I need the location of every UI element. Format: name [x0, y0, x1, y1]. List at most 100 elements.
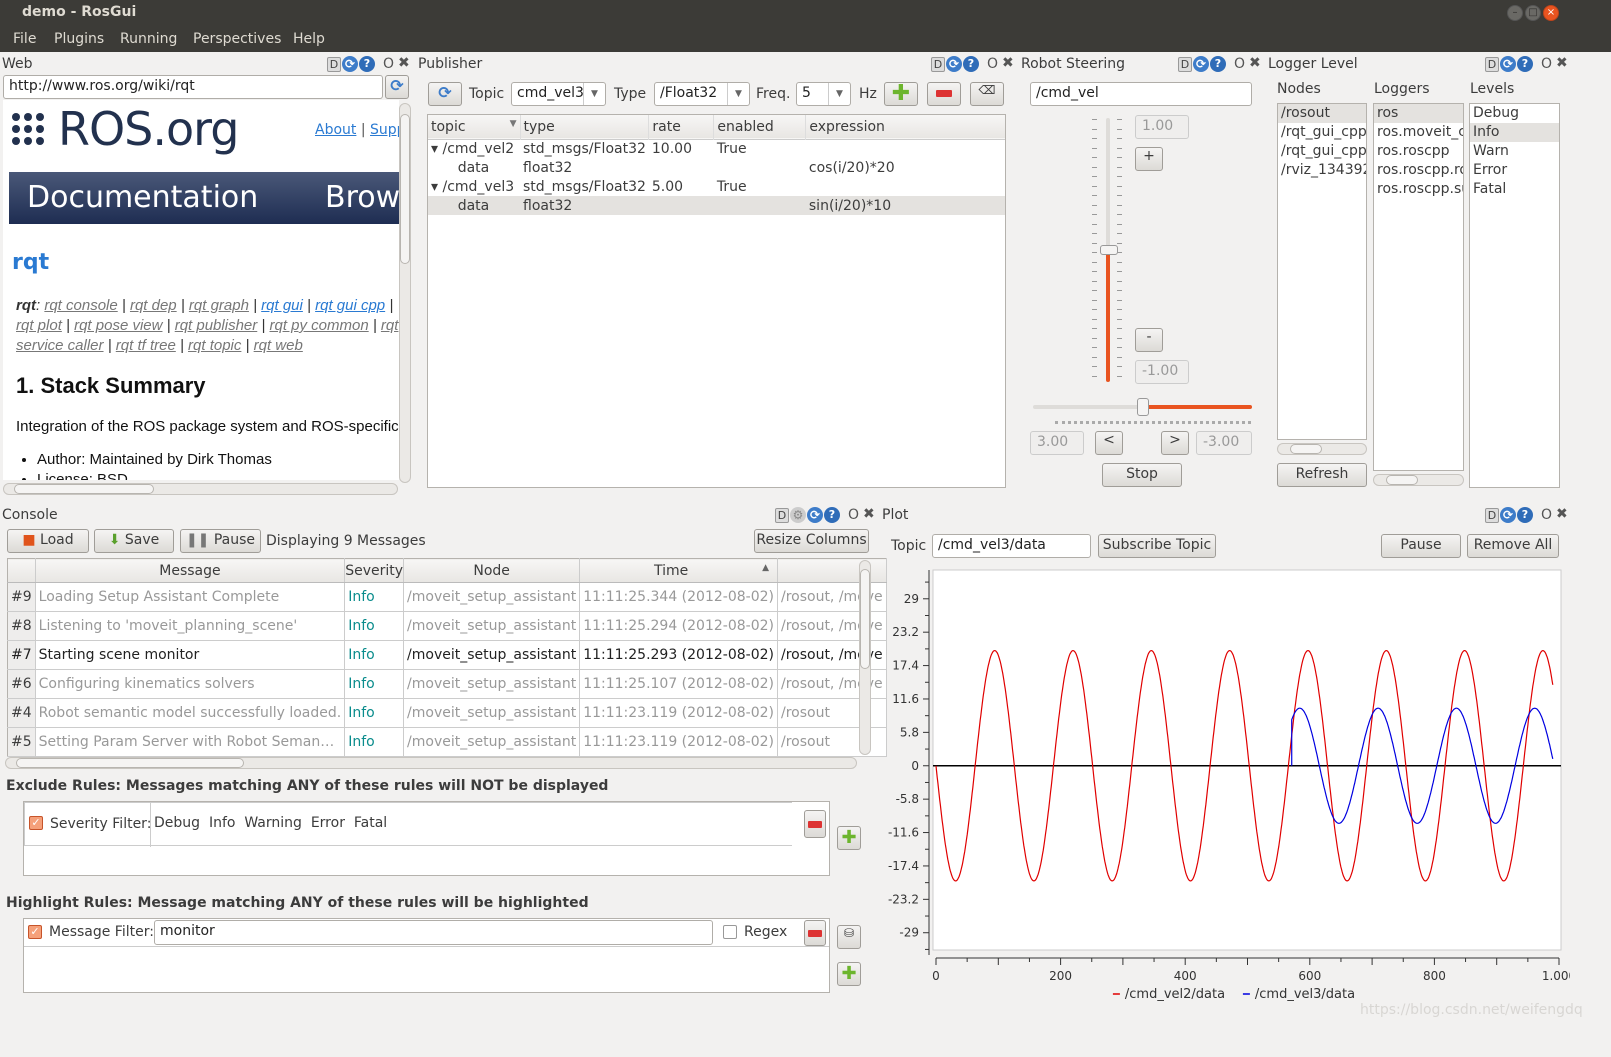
close-icon[interactable]: ✖: [863, 506, 875, 522]
close-window-button[interactable]: ×: [1543, 5, 1559, 21]
help-icon[interactable]: ?: [1517, 56, 1533, 72]
package-link[interactable]: rqt tf tree: [116, 337, 176, 354]
close-icon[interactable]: ✖: [1556, 55, 1568, 71]
turn-left-button[interactable]: <: [1095, 431, 1123, 455]
reload-button[interactable]: ⟳: [385, 75, 409, 99]
publisher-row[interactable]: ▾ /cmd_vel3 std_msgs/Float32 5.00 True: [428, 177, 1005, 196]
linear-max-spinbox[interactable]: 1.00: [1135, 115, 1189, 139]
levels-list[interactable]: Debug Info Warn Error Fatal: [1469, 103, 1560, 488]
message-row[interactable]: #5 Setting Param Server with Robot Seman……: [7, 727, 887, 757]
refresh-icon[interactable]: ⟳: [946, 56, 962, 72]
package-link[interactable]: rqt pose view: [74, 317, 162, 334]
close-icon[interactable]: ✖: [1249, 55, 1261, 71]
message-row[interactable]: #7 Starting scene monitor Info/moveit_setu…: [7, 640, 887, 670]
logger-item[interactable]: ros.moveit_co: [1374, 123, 1463, 142]
node-item[interactable]: /rviz_134392: [1278, 161, 1366, 180]
level-item[interactable]: Warn: [1470, 142, 1559, 161]
refresh-topics-button[interactable]: ⟳: [428, 82, 462, 106]
message-row[interactable]: #4 Robot semantic model successfully load…: [7, 698, 887, 728]
logger-item[interactable]: ros: [1374, 104, 1463, 123]
d-icon[interactable]: D: [1485, 507, 1499, 523]
package-link[interactable]: rqt plot: [16, 317, 62, 334]
angular-slider-handle[interactable]: [1136, 398, 1149, 416]
topic-combo[interactable]: cmd_vel3 ▼: [511, 82, 606, 106]
severity-info[interactable]: Info: [209, 815, 236, 831]
logger-item[interactable]: ros.roscpp: [1374, 142, 1463, 161]
url-input[interactable]: http://www.ros.org/wiki/rqt: [3, 75, 383, 99]
steering-topic-input[interactable]: /cmd_vel: [1030, 82, 1252, 106]
level-item[interactable]: Info: [1470, 123, 1559, 142]
col-expression[interactable]: expression: [806, 115, 1005, 139]
package-link[interactable]: rqt console: [44, 297, 117, 314]
remove-publisher-button[interactable]: [927, 82, 961, 106]
message-row[interactable]: #9 Loading Setup Assistant Complete Info/m…: [7, 582, 887, 612]
gear-icon[interactable]: ⚙: [790, 507, 806, 523]
web-vscrollbar[interactable]: [399, 103, 411, 483]
float-icon[interactable]: O: [383, 56, 394, 72]
nodes-list[interactable]: /rosout/rqt_gui_cpp_/rqt_gui_cpp_/rviz_1…: [1277, 103, 1367, 440]
angular-left-spinbox[interactable]: 3.00: [1030, 431, 1084, 455]
help-icon[interactable]: ?: [963, 56, 979, 72]
publisher-row[interactable]: ▾ /cmd_vel2 std_msgs/Float32 10.00 True: [428, 139, 1005, 158]
load-button[interactable]: ■ Load: [7, 529, 89, 553]
remove-highlight-rule-button[interactable]: [804, 920, 826, 946]
col-rate[interactable]: rate: [648, 115, 715, 139]
package-link[interactable]: rqt gui cpp: [315, 297, 385, 314]
banner-documentation[interactable]: Documentation: [27, 180, 258, 215]
add-exclude-rule-button[interactable]: ✚: [837, 826, 861, 850]
help-icon[interactable]: ?: [824, 507, 840, 523]
node-item[interactable]: /rosout: [1278, 104, 1366, 123]
message-row[interactable]: #8 Listening to 'moveit_planning_scene' In…: [7, 611, 887, 641]
refresh-icon[interactable]: ⟳: [1500, 56, 1516, 72]
refresh-button[interactable]: Refresh: [1277, 463, 1367, 487]
clear-button[interactable]: ⌫: [970, 82, 1004, 106]
node-item[interactable]: /rqt_gui_cpp_: [1278, 123, 1366, 142]
type-combo[interactable]: /Float32 ▼: [654, 82, 750, 106]
web-hscrollbar[interactable]: [3, 483, 398, 495]
help-icon[interactable]: ?: [1517, 507, 1533, 523]
message-filter-input[interactable]: monitor: [154, 920, 713, 945]
level-item[interactable]: Error: [1470, 161, 1559, 180]
logger-item[interactable]: ros.roscpp.su: [1374, 180, 1463, 199]
banner-browse[interactable]: Browse: [325, 180, 399, 215]
severity-debug[interactable]: Debug: [154, 815, 200, 831]
regex-checkbox[interactable]: [723, 925, 737, 939]
pause-button[interactable]: ❚❚ Pause: [180, 529, 261, 553]
close-icon[interactable]: ✖: [398, 55, 410, 71]
about-link[interactable]: About: [315, 122, 356, 138]
package-link[interactable]: rqt topic: [188, 337, 241, 354]
angular-right-spinbox[interactable]: -3.00: [1196, 431, 1252, 455]
d-icon[interactable]: D: [1178, 56, 1192, 72]
refresh-icon[interactable]: ⟳: [1500, 507, 1516, 523]
menu-help[interactable]: Help: [293, 31, 325, 47]
add-highlight-rule-button[interactable]: ✚: [837, 962, 861, 986]
col-severity[interactable]: Severity: [344, 558, 405, 583]
col-node[interactable]: Node: [403, 558, 581, 583]
package-link[interactable]: rqt web: [254, 337, 303, 354]
col-type[interactable]: type: [520, 115, 650, 139]
remove-all-button[interactable]: Remove All: [1467, 534, 1559, 558]
logger-item[interactable]: ros.roscpp.ro: [1374, 161, 1463, 180]
linear-slider-handle[interactable]: [1100, 245, 1118, 255]
float-icon[interactable]: O: [1234, 56, 1245, 72]
package-link[interactable]: rqt dep: [130, 297, 177, 314]
col-enabled[interactable]: enabled: [713, 115, 807, 139]
subscribe-topic-button[interactable]: Subscribe Topic: [1098, 534, 1216, 558]
plot-topic-input[interactable]: /cmd_vel3/data: [932, 534, 1091, 558]
publisher-row[interactable]: data float32 cos(i/20)*20: [428, 158, 1005, 177]
close-icon[interactable]: ✖: [1002, 55, 1014, 71]
d-icon[interactable]: D: [931, 56, 945, 72]
remove-exclude-rule-button[interactable]: [804, 810, 826, 838]
package-link[interactable]: rqt publisher: [175, 317, 258, 334]
d-icon[interactable]: D: [1485, 56, 1499, 72]
add-publisher-button[interactable]: ✚: [884, 82, 918, 106]
stop-button[interactable]: Stop: [1102, 463, 1182, 487]
float-icon[interactable]: O: [848, 507, 859, 523]
col-message[interactable]: Message: [35, 558, 346, 583]
node-item[interactable]: /rqt_gui_cpp_: [1278, 142, 1366, 161]
linear-min-spinbox[interactable]: -1.00: [1135, 360, 1189, 384]
loggers-list[interactable]: rosros.moveit_coros.roscppros.roscpp.ror…: [1373, 103, 1464, 471]
menu-perspectives[interactable]: Perspectives: [193, 31, 281, 47]
linear-plus-button[interactable]: +: [1135, 147, 1163, 171]
message-row[interactable]: #6 Configuring kinematics solvers Info/mov…: [7, 669, 887, 699]
